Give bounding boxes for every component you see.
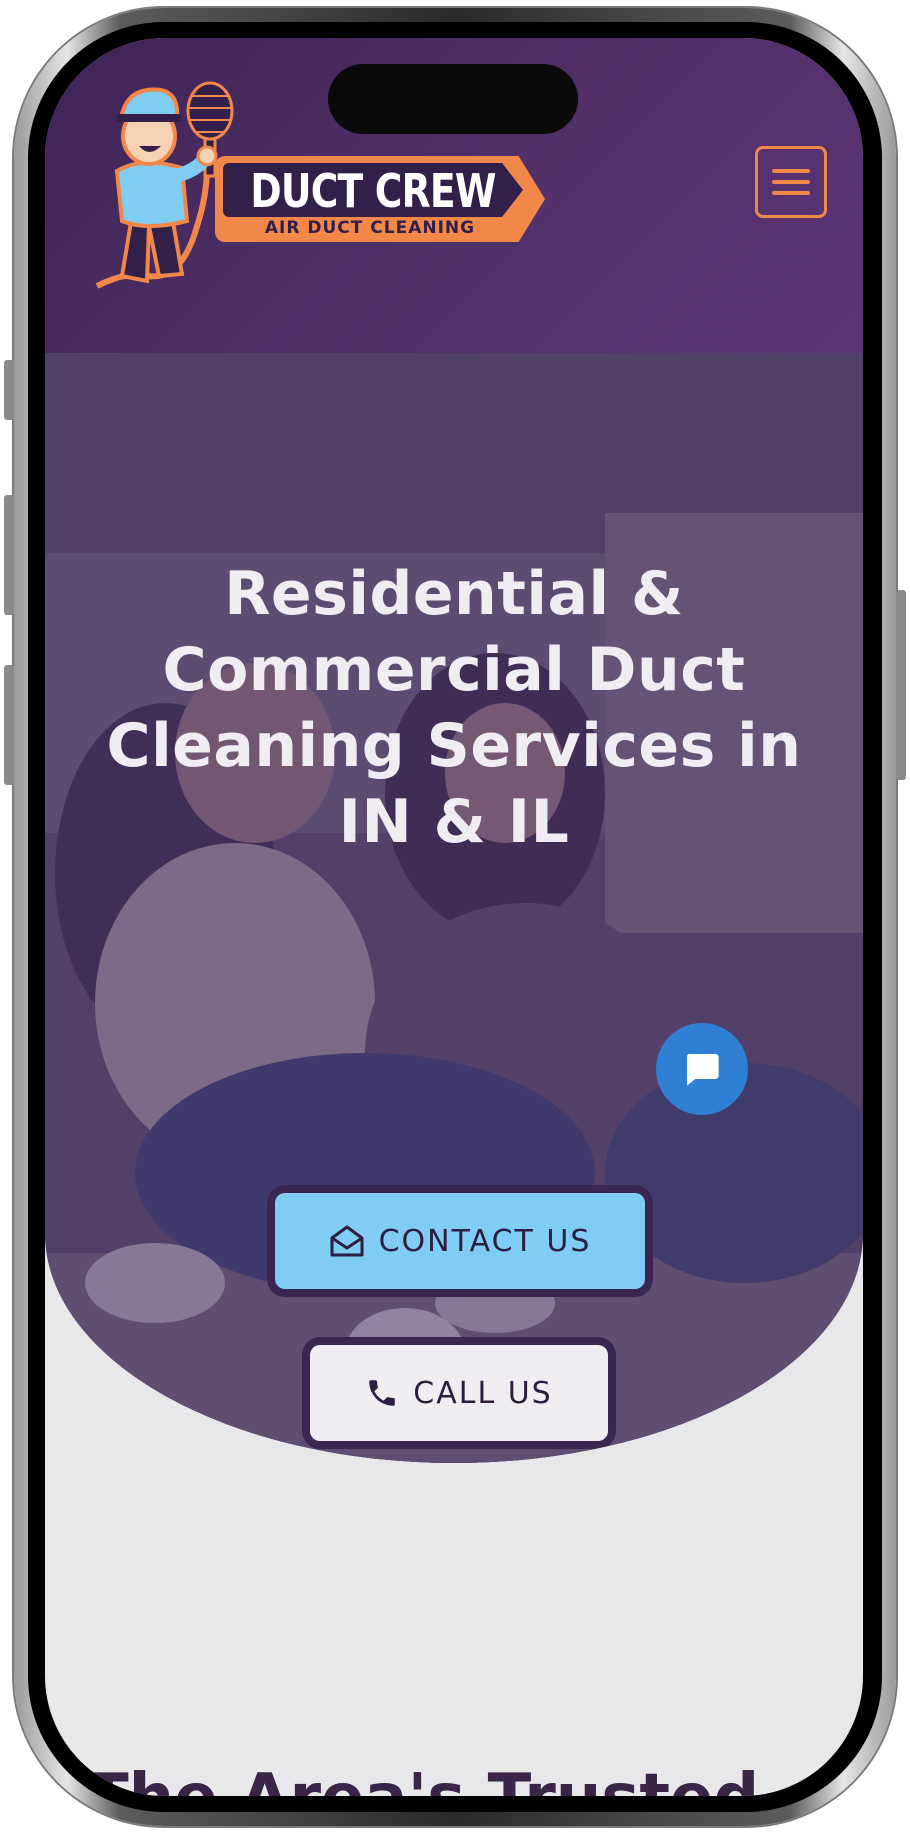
phone-volume-down [4,665,14,785]
logo-tagline: AIR DUCT CLEANING [264,218,476,238]
chat-button[interactable] [656,1023,748,1115]
hero-overlay [45,353,863,1463]
call-us-label: CALL US [413,1375,553,1411]
phone-side-button [4,360,14,420]
logo-plate: DUCT CREW AIR DUCT CLEANING [215,156,545,242]
logo-title: DUCT CREW [250,164,496,218]
call-us-button[interactable]: CALL US [310,1345,608,1441]
envelope-open-icon [330,1225,364,1257]
hero-title: Residential & Commercial Duct Cleaning S… [106,559,802,857]
phone-volume-up [4,495,14,615]
contact-us-label: CONTACT US [378,1223,592,1259]
phone-icon [369,1380,396,1406]
section-heading: The Area's Trusted [85,1758,845,1796]
hero-section: Residential & Commercial Duct Cleaning S… [45,353,863,1463]
hamburger-menu-icon[interactable] [755,146,827,218]
dynamic-island [328,64,578,134]
chat-bubble-icon [686,1054,719,1086]
phone-power-button [896,590,906,780]
mascot-icon [95,81,234,289]
contact-us-button[interactable]: CONTACT US [275,1193,645,1289]
phone-screen: DUCT CREW AIR DUCT CLEANING Residential … [45,38,863,1796]
